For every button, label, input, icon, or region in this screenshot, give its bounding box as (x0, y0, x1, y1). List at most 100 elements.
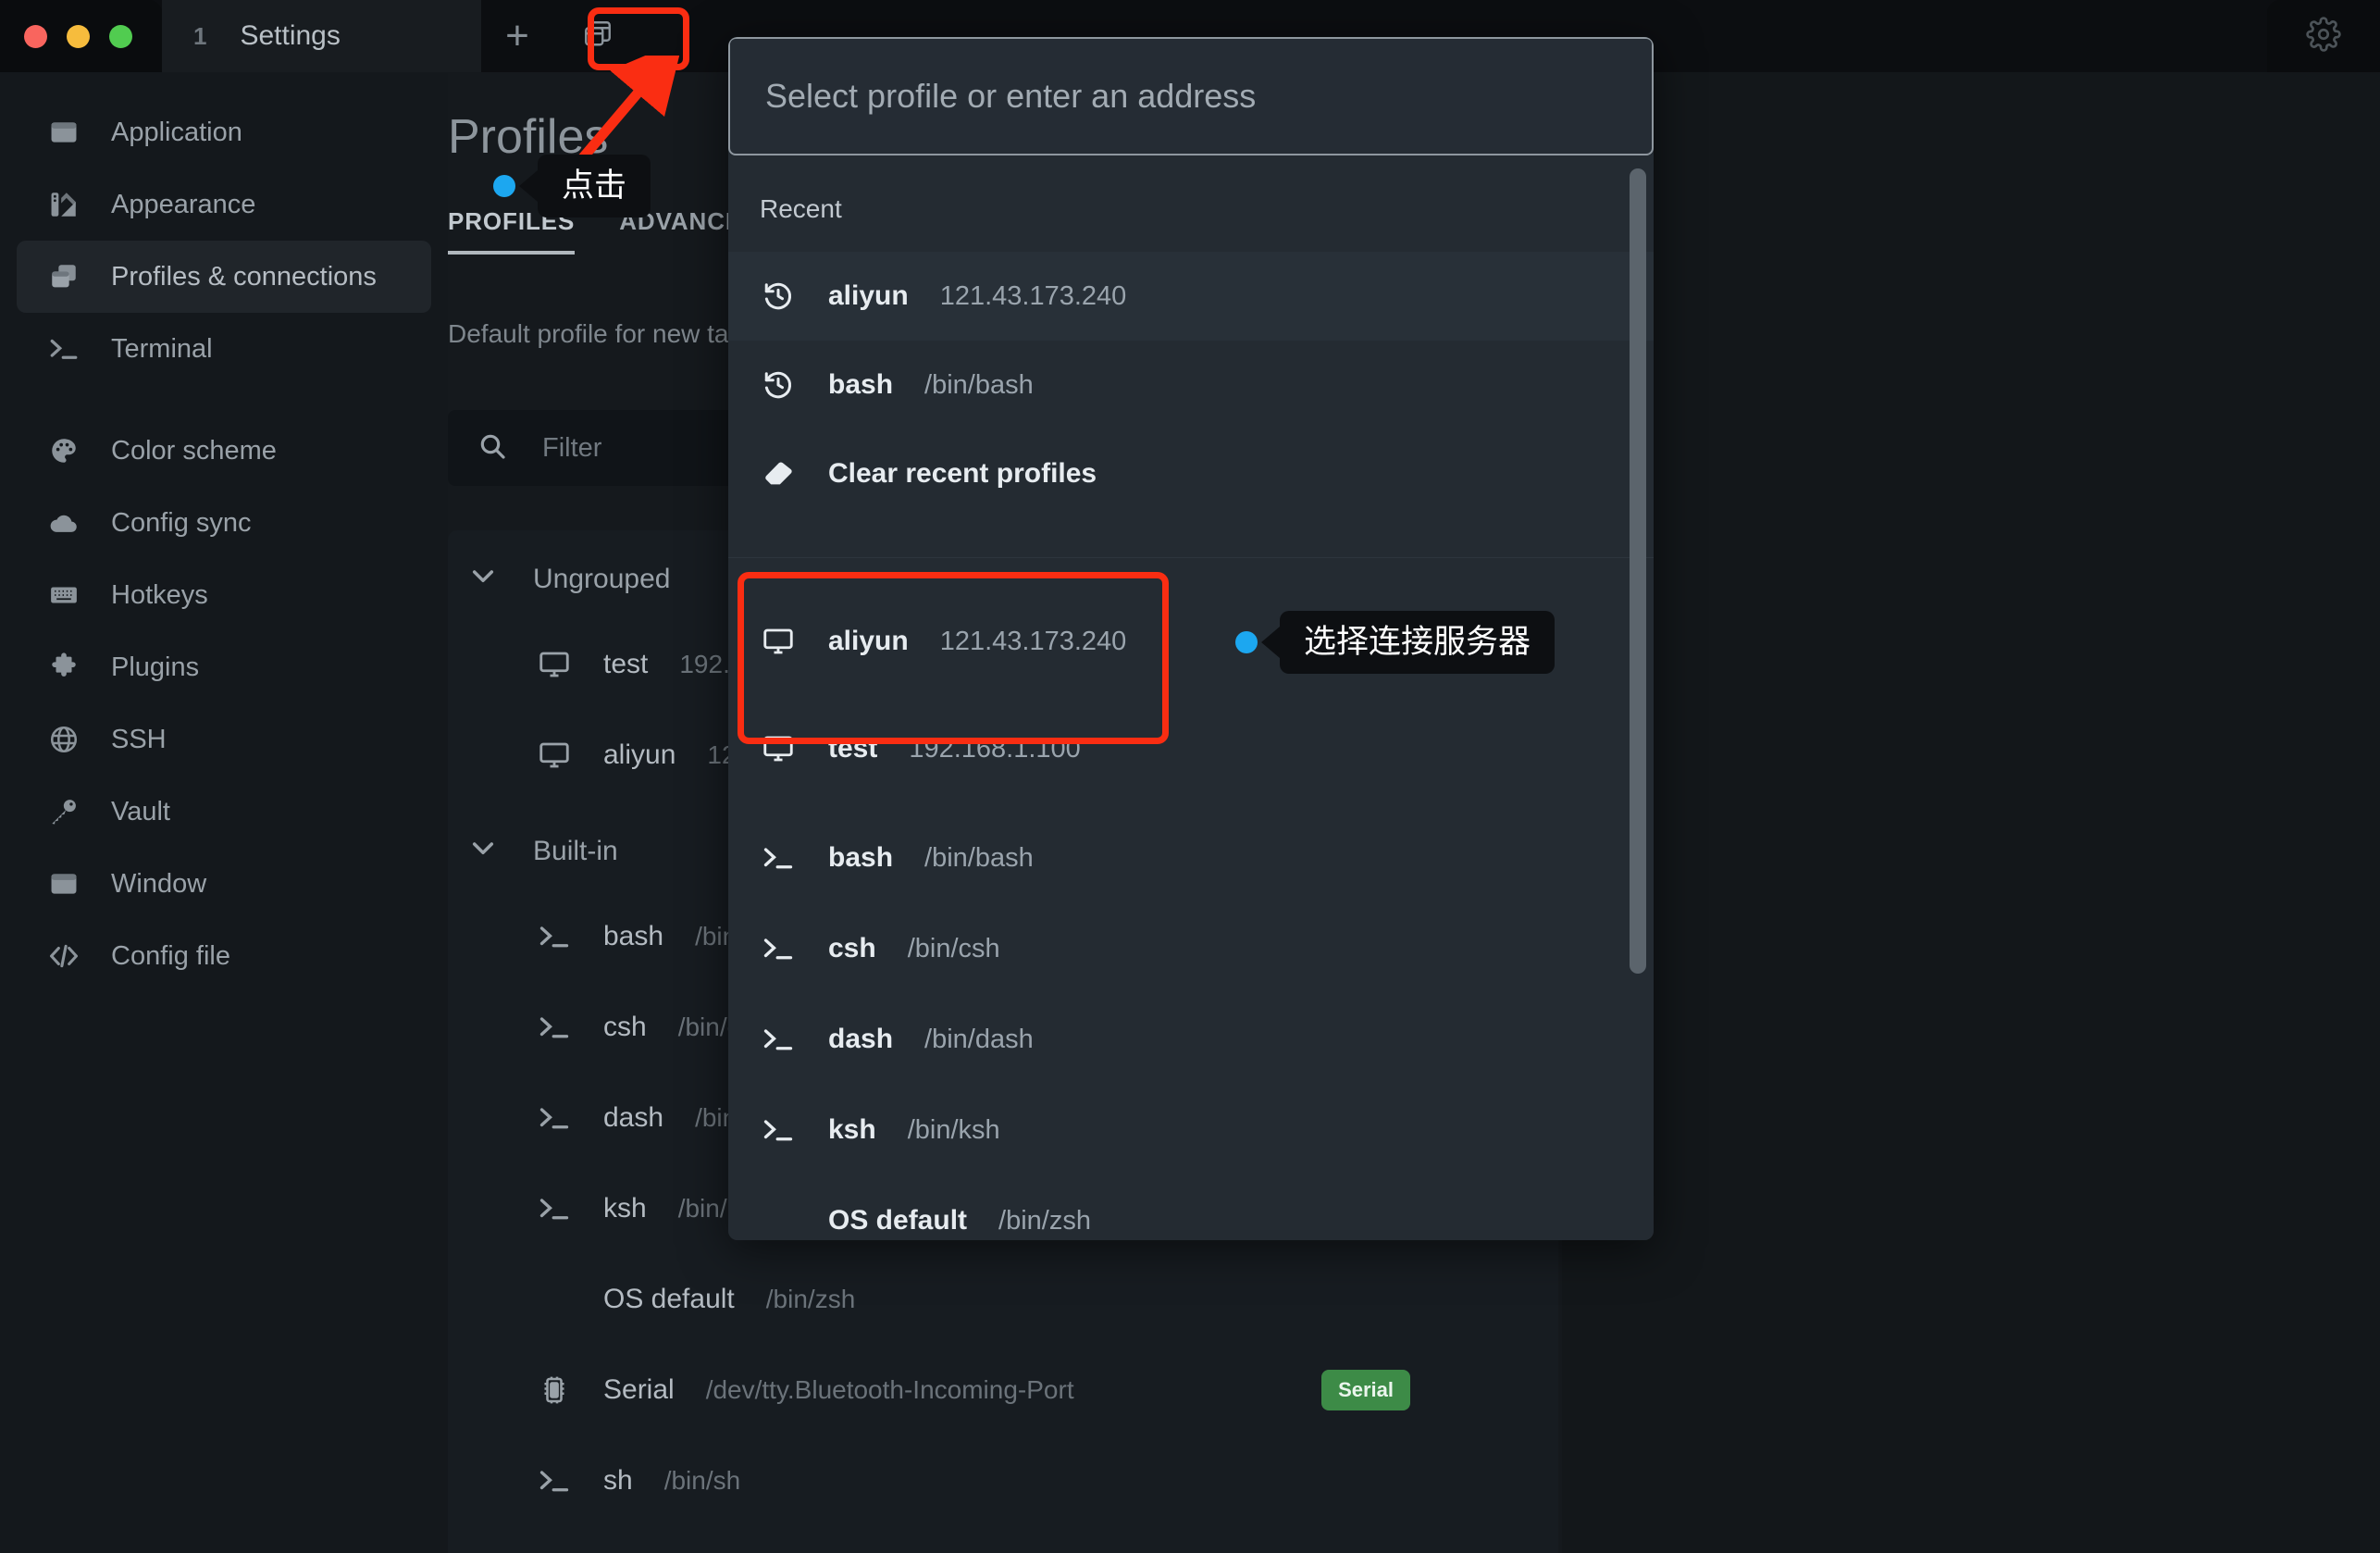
group-name: Built-in (533, 836, 618, 866)
eraser-icon (760, 455, 797, 492)
profile-name: csh (603, 1012, 647, 1042)
table-row[interactable]: tcsh /bin/tcsh (448, 1526, 1558, 1553)
maximize-window-button[interactable] (109, 24, 132, 48)
terminal-prompt-icon (760, 930, 797, 967)
terminal-prompt-icon (760, 1112, 797, 1149)
profile-name: ksh (603, 1193, 647, 1224)
profile-name: aliyun (603, 739, 676, 770)
search-icon (477, 431, 507, 466)
profile-path: /bin/sh (663, 1466, 741, 1495)
sidebar-item-window[interactable]: Window (17, 848, 431, 920)
terminal-prompt-icon (537, 1100, 572, 1136)
history-icon (760, 278, 797, 315)
recent-item-aliyun[interactable]: aliyun 121.43.173.240 (728, 252, 1654, 341)
terminal-prompt-icon (46, 331, 81, 367)
profile-item-name: csh (828, 933, 876, 963)
sidebar-item-vault[interactable]: Vault (17, 776, 431, 848)
cloud-icon (46, 505, 81, 540)
tab-settings[interactable]: 1 Settings (162, 0, 481, 72)
sidebar-item-label: Terminal (111, 333, 213, 364)
table-row[interactable]: sh /bin/sh (448, 1435, 1558, 1526)
callout-click: 点击 (493, 155, 651, 218)
table-row[interactable]: Serial /dev/tty.Bluetooth-Incoming-Port … (448, 1345, 1558, 1435)
chevron-down-icon (468, 561, 498, 598)
sidebar-item-config-sync[interactable]: Config sync (17, 487, 431, 559)
key-icon (46, 794, 81, 829)
gear-icon (2306, 16, 2341, 56)
profile-name: OS default (603, 1284, 735, 1314)
profile-item-test[interactable]: test 192.168.1.100 (728, 704, 1654, 793)
sidebar-item-ssh[interactable]: SSH (17, 703, 431, 776)
callout-text: 点击 (538, 155, 651, 218)
terminal-prompt-icon (537, 1191, 572, 1226)
sidebar-item-label: Hotkeys (111, 579, 208, 610)
sidebar-item-appearance[interactable]: Appearance (17, 168, 431, 241)
profile-item-bash[interactable]: bash /bin/bash (728, 814, 1654, 902)
recent-item-path: /bin/bash (924, 369, 1034, 400)
profile-item-name: bash (828, 842, 894, 873)
profile-item-path: /bin/csh (907, 933, 1000, 963)
sidebar-item-label: SSH (111, 724, 167, 754)
profile-name: dash (603, 1102, 664, 1133)
sidebar-item-label: Config sync (111, 507, 252, 538)
profile-item-name: OS default (828, 1205, 968, 1236)
sidebar-item-label: Appearance (111, 189, 256, 219)
table-row[interactable]: OS default /bin/zsh (448, 1254, 1558, 1345)
profile-item-path: /bin/ksh (907, 1114, 1000, 1145)
monitor-icon (537, 738, 572, 773)
sidebar-item-plugins[interactable]: Plugins (17, 631, 431, 703)
close-window-button[interactable] (24, 24, 47, 48)
clear-recent-profiles-item[interactable]: Clear recent profiles (728, 429, 1654, 518)
callout-notch (1261, 627, 1280, 659)
minimize-window-button[interactable] (67, 24, 90, 48)
profile-item-path: 121.43.173.240 (939, 626, 1127, 656)
palette-icon (46, 433, 81, 468)
callout-select-server: 选择连接服务器 (1235, 611, 1556, 675)
modal-scrollbar[interactable] (1630, 168, 1646, 974)
recent-item-name: aliyun (828, 280, 909, 311)
keyboard-icon (46, 578, 81, 613)
clear-recent-profiles-label: Clear recent profiles (828, 458, 1097, 489)
profile-item-dash[interactable]: dash /bin/dash (728, 995, 1654, 1084)
profile-item-csh[interactable]: csh /bin/csh (728, 904, 1654, 993)
profile-item-path: /bin/bash (924, 842, 1034, 873)
profile-item-path: 192.168.1.100 (909, 733, 1081, 764)
recent-item-name: bash (828, 369, 894, 400)
sidebar-item-label: Vault (111, 796, 170, 826)
recent-item-path: 121.43.173.240 (939, 280, 1127, 311)
profile-item-path: /bin/dash (924, 1024, 1034, 1054)
chevron-down-icon (468, 833, 498, 870)
window-icon (46, 866, 81, 901)
profile-item-name: dash (828, 1024, 894, 1054)
sidebar-item-application[interactable]: Application (17, 96, 431, 168)
recent-item-bash[interactable]: bash /bin/bash (728, 341, 1654, 429)
settings-button[interactable] (2267, 0, 2380, 72)
copy-window-icon (46, 259, 81, 294)
profile-item-ksh[interactable]: ksh /bin/ksh (728, 1086, 1654, 1174)
section-label-recent: Recent (760, 194, 842, 223)
sidebar-item-hotkeys[interactable]: Hotkeys (17, 559, 431, 631)
profile-item-os-default[interactable]: OS default /bin/zsh (728, 1176, 1654, 1240)
callout-text: 选择连接服务器 (1280, 611, 1556, 675)
sidebar-item-color-scheme[interactable]: Color scheme (17, 415, 431, 487)
profile-name: Serial (603, 1374, 675, 1405)
filter-placeholder: Filter (542, 432, 602, 463)
sidebar-item-label: Plugins (111, 652, 200, 682)
group-name: Ungrouped (533, 564, 671, 594)
profile-selector-button[interactable] (553, 4, 642, 68)
sidebar-item-config-file[interactable]: Config file (17, 920, 431, 992)
list-separator (728, 518, 1654, 557)
profile-options-list: Recent aliyun 121.43.173.240 bash /bin/b… (728, 155, 1654, 1240)
terminal-prompt-icon (760, 1021, 797, 1058)
tab-actions: + (481, 0, 642, 72)
sidebar-item-profiles-and-connections[interactable]: Profiles & connections (17, 241, 431, 313)
profile-address-input[interactable]: Select profile or enter an address (728, 37, 1654, 155)
new-tab-plus-button[interactable]: + (481, 0, 553, 72)
tab-title: Settings (240, 20, 341, 51)
sidebar-divider (0, 385, 448, 415)
terminal-prompt-icon (537, 1010, 572, 1045)
code-brackets-icon (46, 938, 81, 974)
app-root: 1 Settings + Application Appearance Prof… (0, 0, 2380, 1553)
terminal-prompt-icon (537, 919, 572, 954)
sidebar-item-terminal[interactable]: Terminal (17, 313, 431, 385)
